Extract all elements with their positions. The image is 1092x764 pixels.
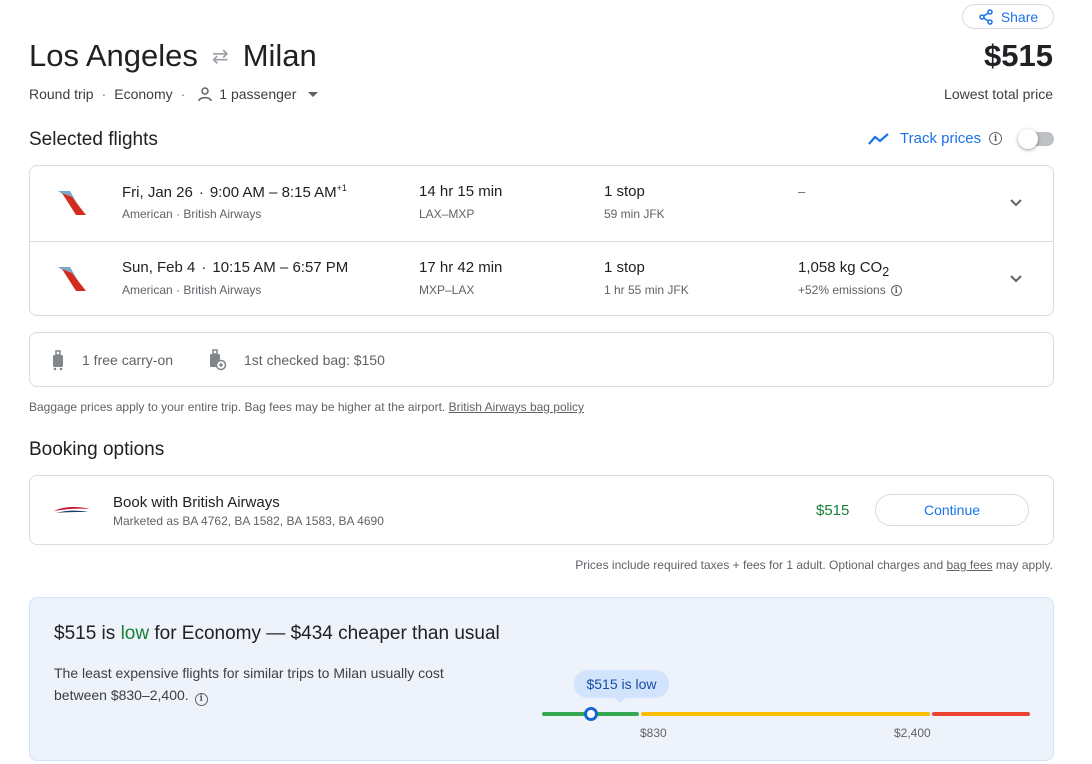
pill-pointer xyxy=(615,698,625,703)
range-tick-low: $830 xyxy=(640,726,667,740)
price-note-suffix: may apply. xyxy=(995,558,1053,572)
share-label: Share xyxy=(1000,8,1039,25)
flight-time-range: 10:15 AM – 6:57 PM xyxy=(212,259,349,276)
flight-route: MXP–LAX xyxy=(419,283,475,297)
price-insight-heading: $515 is low for Economy — $434 cheaper t… xyxy=(54,623,500,645)
trend-icon xyxy=(868,132,889,145)
route-title: Los Angeles ⇄ Milan xyxy=(29,38,317,74)
caret-down-icon[interactable] xyxy=(308,91,319,97)
emissions-subscript: 2 xyxy=(882,265,890,279)
selected-flights-title: Selected flights xyxy=(29,129,158,150)
british-airways-logo xyxy=(54,506,90,513)
booking-provider: Book with British Airways xyxy=(113,494,280,511)
price-level-pill: $515 is low xyxy=(574,670,669,698)
booking-options-title: Booking options xyxy=(29,439,165,460)
insight-text: The least expensive flights for similar … xyxy=(54,665,444,703)
cabin-class: Economy xyxy=(114,86,173,102)
price-note-text: Prices include required taxes + fees for… xyxy=(575,558,944,572)
flight-row[interactable]: Fri, Jan 26 · 9:00 AM – 8:15 AM+1 American… xyxy=(30,166,1053,241)
checked-bag-label: 1st checked bag: $150 xyxy=(244,352,385,368)
dot-separator: · xyxy=(180,86,186,102)
insight-price: $515 is xyxy=(54,623,116,644)
american-airlines-logo xyxy=(58,191,86,215)
baggage-note: Baggage prices apply to your entire trip… xyxy=(29,400,584,414)
flight-times: Fri, Jan 26 · 9:00 AM – 8:15 AM+1 xyxy=(122,183,347,201)
checked-bag-item: 1st checked bag: $150 xyxy=(208,349,385,371)
booking-price: $515 xyxy=(816,502,850,519)
booking-marketed-as: Marketed as BA 4762, BA 1582, BA 1583, B… xyxy=(113,514,384,528)
selected-flights-card: Fri, Jan 26 · 9:00 AM – 8:15 AM+1 American… xyxy=(29,165,1054,316)
day-offset: +1 xyxy=(336,183,347,193)
continue-button[interactable]: Continue xyxy=(875,494,1029,526)
bag-policy-link[interactable]: British Airways bag policy xyxy=(449,400,584,414)
flight-layover: 1 hr 55 min JFK xyxy=(604,283,689,297)
flight-row[interactable]: Sun, Feb 4 · 10:15 AM – 6:57 PM American ·… xyxy=(30,241,1053,316)
range-tick-high: $2,400 xyxy=(894,726,931,740)
price-range-bar: $515 is low $830 $2,400 xyxy=(542,670,1032,740)
flight-stops: 1 stop xyxy=(604,183,645,200)
share-button[interactable]: Share xyxy=(962,4,1054,29)
flight-date: Fri, Jan 26 xyxy=(122,184,193,201)
toggle-knob xyxy=(1018,129,1038,149)
carry-on-bag-icon xyxy=(53,350,63,371)
flight-time-range: 9:00 AM – 8:15 AM xyxy=(209,184,337,201)
chevron-down-icon[interactable] xyxy=(1008,195,1024,211)
flight-route: LAX–MXP xyxy=(419,207,475,221)
flight-emissions: – xyxy=(798,184,806,199)
flight-duration: 17 hr 42 min xyxy=(419,259,503,276)
bag-fees-link[interactable]: bag fees xyxy=(946,558,992,572)
current-price-marker xyxy=(584,707,598,721)
origin-city: Los Angeles xyxy=(29,38,198,73)
destination-city: Milan xyxy=(242,38,317,73)
price-insight-text: The least expensive flights for similar … xyxy=(54,662,454,706)
info-icon[interactable]: i xyxy=(194,692,208,706)
track-prices-link[interactable]: Track prices i xyxy=(868,130,1003,147)
trip-meta: Round trip · Economy · 1 passenger xyxy=(29,86,319,102)
flight-airlines: American · British Airways xyxy=(122,283,262,297)
trip-type: Round trip xyxy=(29,86,94,102)
flight-date: Sun, Feb 4 xyxy=(122,259,196,276)
emissions-note-text: +52% emissions xyxy=(798,283,886,297)
chevron-down-icon[interactable] xyxy=(1008,271,1024,287)
passengers-select[interactable]: 1 passenger xyxy=(219,86,296,102)
track-prices-toggle[interactable] xyxy=(1018,129,1054,149)
emissions-value: 1,058 kg CO xyxy=(798,259,883,276)
insight-level: low xyxy=(120,623,150,644)
track-prices-label: Track prices xyxy=(900,130,982,147)
share-icon xyxy=(979,8,993,25)
emissions-note: +52% emissions i xyxy=(798,283,902,297)
flight-stops: 1 stop xyxy=(604,259,645,276)
flight-duration: 14 hr 15 min xyxy=(419,183,503,200)
flight-times: Sun, Feb 4 · 10:15 AM – 6:57 PM xyxy=(122,259,349,276)
person-icon xyxy=(197,86,213,102)
baggage-note-text: Baggage prices apply to your entire trip… xyxy=(29,400,446,414)
info-icon[interactable]: i xyxy=(989,132,1003,145)
flight-layover: 59 min JFK xyxy=(604,207,665,221)
total-price: $515 xyxy=(984,38,1053,73)
swap-arrows-icon: ⇄ xyxy=(211,45,229,68)
price-note: Prices include required taxes + fees for… xyxy=(575,558,1053,572)
flight-airlines: American · British Airways xyxy=(122,207,262,221)
dot-separator: · xyxy=(101,86,107,102)
flight-emissions: 1,058 kg CO2 xyxy=(798,259,889,279)
range-segment-high xyxy=(932,712,1030,716)
carry-on-item: 1 free carry-on xyxy=(50,349,173,371)
baggage-card: 1 free carry-on 1st checked bag: $150 xyxy=(29,332,1054,387)
range-segment-typical xyxy=(641,712,930,716)
total-price-caption: Lowest total price xyxy=(944,86,1053,102)
insight-rest: for Economy — $434 cheaper than usual xyxy=(154,623,500,644)
price-insight-panel: $515 is low for Economy — $434 cheaper t… xyxy=(29,597,1054,761)
carry-on-label: 1 free carry-on xyxy=(82,352,174,368)
booking-option-card: Book with British Airways Marketed as BA… xyxy=(29,475,1054,545)
info-icon[interactable]: i xyxy=(890,284,902,296)
checked-bag-icon xyxy=(210,349,227,371)
american-airlines-logo xyxy=(58,267,86,291)
